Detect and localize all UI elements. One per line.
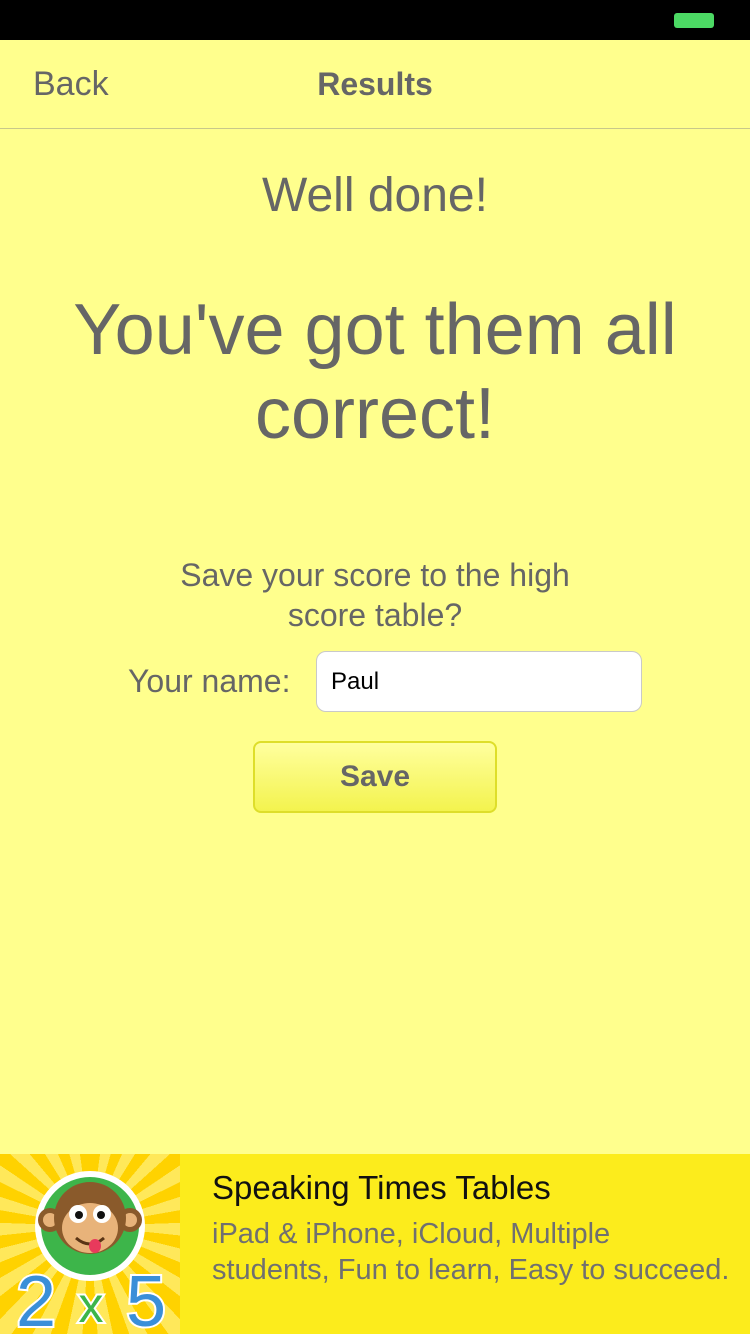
congrats-text: Well done! — [262, 169, 488, 222]
battery-icon — [674, 13, 714, 28]
name-input[interactable] — [316, 651, 642, 712]
monkey-app-icon: 2 x 5 — [0, 1154, 180, 1334]
icon-digit-5: 5 — [126, 1262, 166, 1334]
icon-times-sign: x — [79, 1277, 104, 1333]
status-bar — [0, 0, 750, 40]
name-label: Your name: — [128, 663, 291, 699]
ad-banner[interactable]: 2 x 5 Speaking Times Tables iPad & iPhon… — [0, 1154, 750, 1334]
navigation-bar: Back Results — [0, 40, 750, 129]
save-score-prompt: Save your score to the high score table? — [180, 557, 570, 633]
result-headline: You've got them all correct! — [73, 290, 677, 454]
icon-digit-2: 2 — [16, 1262, 56, 1334]
ad-description: iPad & iPhone, iCloud, Multiple students… — [212, 1218, 730, 1286]
page-title: Results — [317, 66, 433, 102]
ad-title: Speaking Times Tables — [212, 1169, 551, 1206]
monkey-2x5-icon: 2 x 5 — [14, 1171, 168, 1334]
save-button[interactable]: Save — [253, 741, 497, 813]
